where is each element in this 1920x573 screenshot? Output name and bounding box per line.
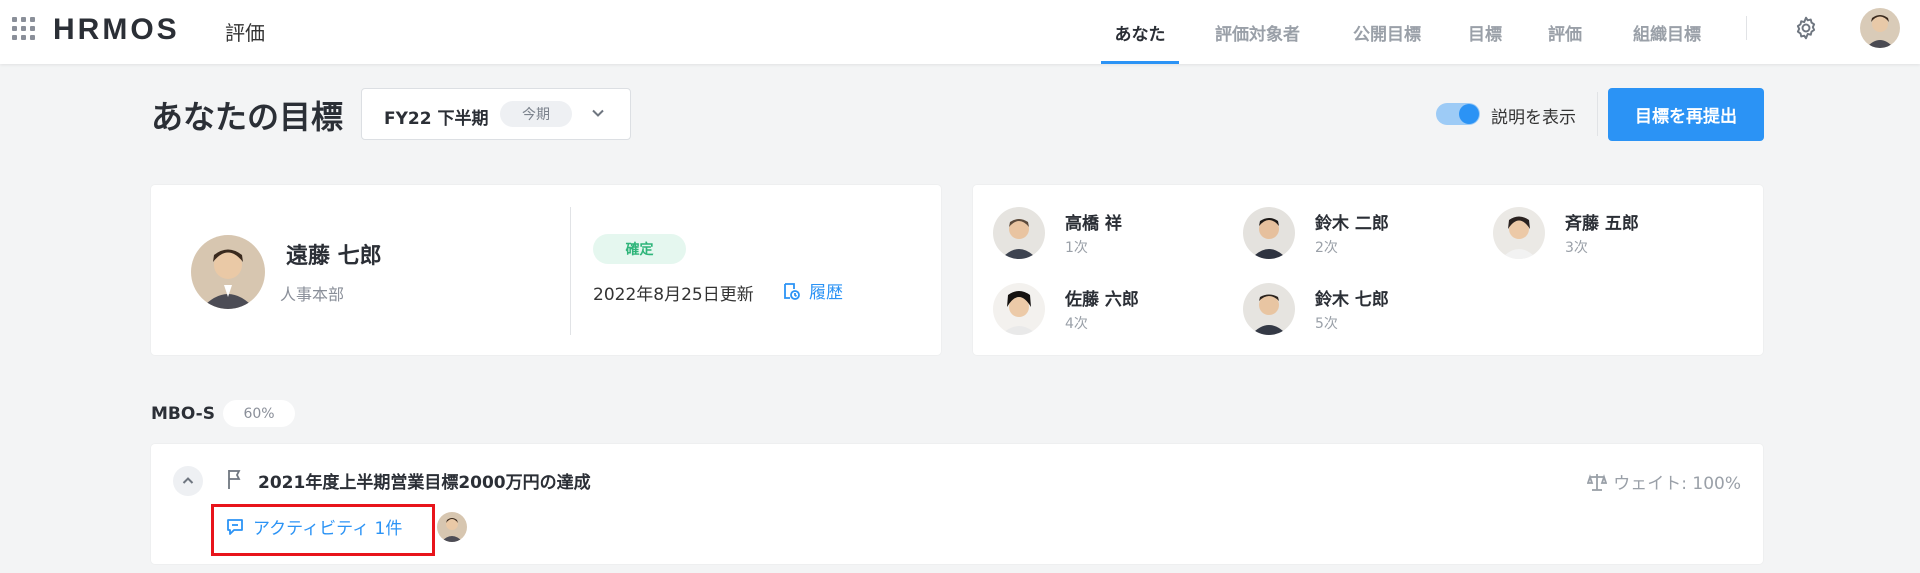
period-select[interactable]: FY22 下半期 今期 bbox=[361, 88, 631, 140]
status-badge: 確定 bbox=[593, 234, 686, 264]
comment-icon bbox=[227, 518, 243, 535]
toggle-knob bbox=[1459, 104, 1479, 124]
evaluators-card: 高橋 祥 1次 鈴木 二郎 2次 斉藤 五郎 3次 佐藤 六郎 4次 鈴木 七郎… bbox=[973, 185, 1763, 355]
evaluator-avatar bbox=[1243, 283, 1295, 335]
evaluator-avatar bbox=[1243, 207, 1295, 259]
evaluator-name: 斉藤 五郎 bbox=[1565, 214, 1639, 234]
updated-date: 2022年8月25日更新 bbox=[593, 285, 754, 305]
evaluator-level: 4次 bbox=[1065, 316, 1088, 332]
chevron-up-icon bbox=[182, 477, 194, 484]
activity-link[interactable]: アクティビティ 1件 bbox=[225, 514, 402, 539]
page-title: あなたの目標 bbox=[151, 98, 344, 136]
history-icon bbox=[784, 282, 800, 300]
gear-icon[interactable] bbox=[1793, 15, 1819, 41]
nav-tab-evaluatees[interactable]: 評価対象者 bbox=[1205, 0, 1310, 64]
card-divider bbox=[570, 207, 571, 335]
user-department: 人事本部 bbox=[280, 285, 345, 304]
nav-tab-evaluation[interactable]: 評価 bbox=[1540, 0, 1590, 64]
user-avatar[interactable] bbox=[1860, 8, 1900, 48]
history-label: 履歴 bbox=[809, 283, 843, 303]
app-grid-icon[interactable] bbox=[10, 15, 35, 40]
mbo-percent-badge: 60% bbox=[223, 400, 295, 427]
period-label: FY22 下半期 bbox=[384, 109, 489, 129]
evaluator-avatar bbox=[993, 207, 1045, 259]
evaluator-level: 3次 bbox=[1565, 240, 1588, 256]
goal-weight-text: ウェイト: 100% bbox=[1613, 474, 1741, 494]
user-profile-avatar bbox=[191, 235, 265, 309]
nav-tab-you[interactable]: あなた bbox=[1101, 0, 1179, 64]
activity-count: アクティビティ 1件 bbox=[253, 519, 403, 539]
app-header: HRMOS 評価 あなた 評価対象者 公開目標 目標 評価 組織目標 bbox=[0, 0, 1920, 64]
chevron-down-icon bbox=[592, 109, 604, 117]
scale-icon bbox=[1587, 473, 1608, 491]
evaluator-4[interactable]: 佐藤 六郎 4次 bbox=[973, 281, 1193, 341]
title-divider bbox=[1597, 92, 1598, 136]
evaluator-name: 高橋 祥 bbox=[1065, 214, 1122, 234]
current-period-badge: 今期 bbox=[500, 101, 572, 127]
collapse-button[interactable] bbox=[173, 466, 203, 496]
goal-card: 2021年度上半期営業目標2000万円の達成 ウェイト: 100% アクティビテ… bbox=[151, 444, 1763, 564]
evaluator-name: 佐藤 六郎 bbox=[1065, 290, 1139, 310]
evaluator-level: 2次 bbox=[1315, 240, 1338, 256]
goal-weight: ウェイト: 100% bbox=[1587, 469, 1741, 494]
history-link[interactable]: 履歴 bbox=[781, 278, 843, 303]
goal-title[interactable]: 2021年度上半期営業目標2000万円の達成 bbox=[258, 468, 591, 493]
header-divider bbox=[1746, 16, 1747, 40]
show-description-toggle[interactable] bbox=[1436, 103, 1480, 125]
activity-user-avatar bbox=[437, 512, 467, 542]
evaluator-name: 鈴木 七郎 bbox=[1315, 290, 1389, 310]
mbo-section-label: MBO-S bbox=[151, 404, 215, 424]
user-card: 遠藤 七郎 人事本部 確定 2022年8月25日更新 履歴 bbox=[151, 185, 941, 355]
nav-tab-goals[interactable]: 目標 bbox=[1460, 0, 1510, 64]
evaluator-level: 5次 bbox=[1315, 316, 1338, 332]
evaluator-5[interactable]: 鈴木 七郎 5次 bbox=[1223, 281, 1443, 341]
nav-tab-public-goals[interactable]: 公開目標 bbox=[1342, 0, 1432, 64]
evaluator-name: 鈴木 二郎 bbox=[1315, 214, 1389, 234]
flag-icon bbox=[228, 470, 241, 489]
hrmos-logo[interactable]: HRMOS bbox=[53, 13, 180, 47]
evaluator-avatar bbox=[993, 283, 1045, 335]
evaluator-1[interactable]: 高橋 祥 1次 bbox=[973, 205, 1193, 265]
nav-tab-org-goals[interactable]: 組織目標 bbox=[1622, 0, 1712, 64]
product-name: 評価 bbox=[225, 21, 265, 45]
evaluator-2[interactable]: 鈴木 二郎 2次 bbox=[1223, 205, 1443, 265]
evaluator-avatar bbox=[1493, 207, 1545, 259]
evaluator-level: 1次 bbox=[1065, 240, 1088, 256]
user-name: 遠藤 七郎 bbox=[286, 244, 382, 269]
evaluator-3[interactable]: 斉藤 五郎 3次 bbox=[1473, 205, 1693, 265]
resubmit-goals-button[interactable]: 目標を再提出 bbox=[1608, 88, 1764, 141]
show-description-label: 説明を表示 bbox=[1491, 108, 1576, 128]
